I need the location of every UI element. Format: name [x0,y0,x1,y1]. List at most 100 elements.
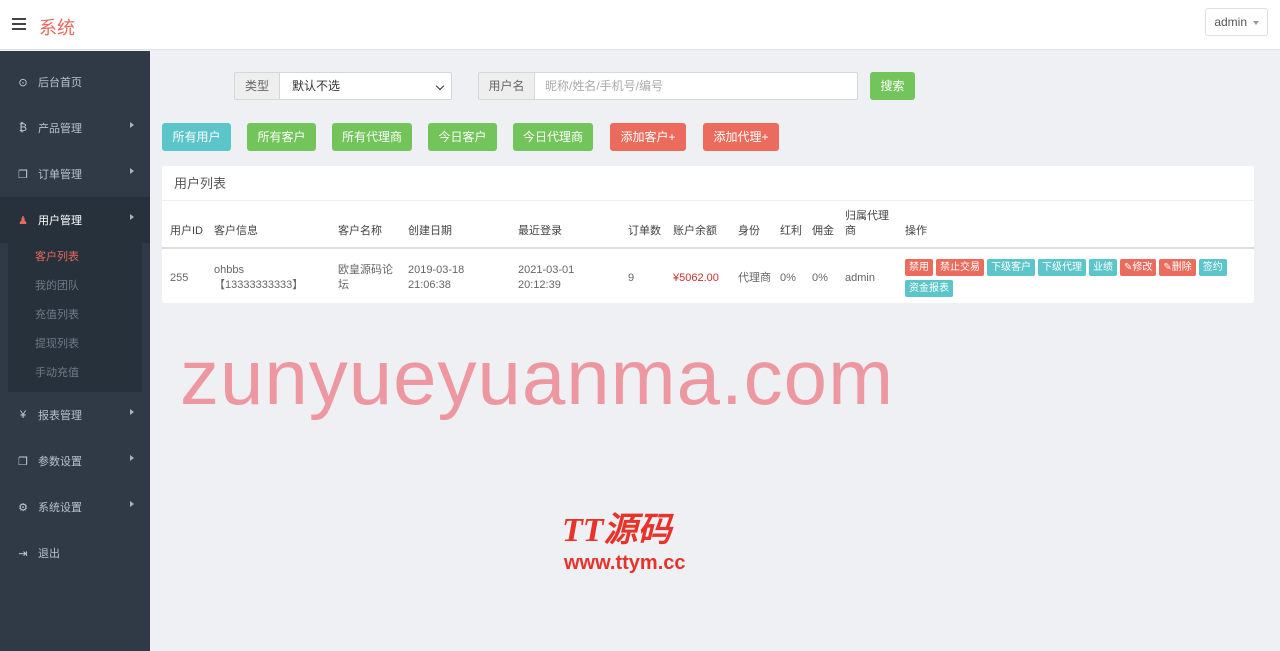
user-list-panel: 用户列表 用户ID 客户信息 客户名称 创建日期 最近登录 订单数 账户余额 身… [162,166,1254,303]
username-input[interactable] [535,73,857,99]
sidebar-item-dashboard[interactable]: ⊙ 后台首页 [0,59,150,105]
customer-username: ohbbs [214,264,244,276]
chevron-right-icon [130,122,134,128]
today-customers-button[interactable]: 今日客户 [428,123,497,151]
sidebar-item-users[interactable]: ♟ 用户管理 [0,197,150,243]
sidebar-item-logout[interactable]: ⇥ 退出 [0,530,150,576]
edit-button[interactable]: ✎修改 [1120,259,1157,276]
fund-report-button[interactable]: 资金报表 [905,280,953,297]
menu-toggle-icon[interactable] [12,18,26,30]
col-header: 佣金 [804,203,837,249]
user-menu-button[interactable]: admin [1205,8,1268,36]
ban-trading-button[interactable]: 禁止交易 [936,259,984,276]
sidebar-item-orders[interactable]: ❐ 订单管理 [0,151,150,197]
table-row: 255 ohbbs 【13333333333】 欧皇源码论坛 2019-03-1… [162,248,1254,305]
copy-icon: ❐ [18,168,28,181]
username-label: 用户名 [479,73,535,99]
chevron-right-icon [130,409,134,415]
user-table: 用户ID 客户信息 客户名称 创建日期 最近登录 订单数 账户余额 身份 红利 … [162,203,1254,305]
sidebar-item-label: 系统设置 [38,502,82,514]
cell-role: 代理商 [738,271,771,284]
cell-user-id: 255 [170,271,189,284]
sidebar-item-label: 产品管理 [38,123,82,135]
col-header: 客户信息 [206,203,330,249]
cell-created-date: 2019-03-18 21:06:38 [408,264,465,291]
watermark-text: zunyueyuanma.com [180,333,895,421]
submenu-item-customer-list[interactable]: 客户列表 [8,243,142,272]
top-bar: 系统 admin [0,0,1280,50]
user-name: admin [1214,15,1247,29]
panel-title: 用户列表 [162,166,1254,201]
type-label: 类型 [235,73,280,99]
col-header: 订单数 [620,203,665,249]
cell-agent: admin [845,271,875,284]
submenu-item-manual-recharge[interactable]: 手动充值 [8,359,142,388]
watermark-logo: TT源码 [562,512,672,549]
sidebar-item-label: 用户管理 [38,215,82,227]
sidebar-item-label: 参数设置 [38,456,82,468]
type-select[interactable]: 类型 默认不选 [234,72,452,100]
sidebar-item-label: 报表管理 [38,410,82,422]
users-submenu: 客户列表 我的团队 充值列表 提现列表 手动充值 [8,243,142,392]
add-customer-button[interactable]: 添加客户+ [610,123,686,151]
sidebar: ⊙ 后台首页 ₿ 产品管理 ❐ 订单管理 ♟ 用户管理 客户列表 我的团队 充值… [0,51,150,651]
cell-customer-info: ohbbs 【13333333333】 [206,248,330,305]
pencil-icon: ✎ [1163,262,1172,273]
all-users-button[interactable]: 所有用户 [162,123,231,151]
sign-contract-button[interactable]: 签约 [1198,259,1227,276]
col-header: 创建日期 [400,203,510,249]
cell-customer-name: 欧皇源码论坛 [338,264,393,291]
sub-agents-button[interactable]: 下级代理 [1038,259,1086,276]
today-agents-button[interactable]: 今日代理商 [513,123,593,151]
submenu-item-withdraw-list[interactable]: 提现列表 [8,330,142,359]
col-header: 客户名称 [330,203,400,249]
sidebar-item-params[interactable]: ❐ 参数设置 [0,438,150,484]
cell-commission: 0% [812,271,828,284]
cell-ops: 禁用 禁止交易 下级客户 下级代理 业绩 ✎修改 ✎删除 签约 资金报表 [897,248,1254,305]
sidebar-item-label: 退出 [38,548,60,560]
chevron-down-icon [435,81,445,91]
bitcoin-icon: ₿ [18,122,28,134]
col-header: 用户ID [162,203,206,249]
all-customers-button[interactable]: 所有客户 [247,123,316,151]
cell-balance: ¥5062.00 [673,271,719,284]
sub-customers-button[interactable]: 下级客户 [987,259,1035,276]
cell-order-count: 9 [628,271,635,284]
table-header-row: 用户ID 客户信息 客户名称 创建日期 最近登录 订单数 账户余额 身份 红利 … [162,203,1254,249]
caret-down-icon [1253,20,1259,25]
chevron-right-icon [130,455,134,461]
all-agents-button[interactable]: 所有代理商 [332,123,412,151]
search-button[interactable]: 搜索 [870,72,915,100]
username-filter: 用户名 [478,72,858,100]
type-select-value[interactable]: 默认不选 [280,73,451,99]
disable-button[interactable]: 禁用 [905,259,933,276]
performance-button[interactable]: 业绩 [1089,259,1117,276]
col-header: 身份 [730,203,772,249]
delete-button[interactable]: ✎删除 [1159,259,1196,276]
sidebar-item-products[interactable]: ₿ 产品管理 [0,105,150,151]
submenu-item-recharge-list[interactable]: 充值列表 [8,301,142,330]
cogs-icon: ⚙ [18,501,28,514]
cell-last-login: 2021-03-01 20:12:39 [518,264,575,291]
col-header: 归属代理商 [837,203,897,249]
submenu-item-my-team[interactable]: 我的团队 [8,272,142,301]
dashboard-icon: ⊙ [18,76,28,89]
col-header: 账户余额 [665,203,730,249]
copy-icon: ❐ [18,455,28,468]
cell-bonus: 0% [780,271,796,284]
customer-phone: 【13333333333】 [214,279,304,291]
chevron-right-icon [130,214,134,220]
col-header: 操作 [897,203,1254,249]
sign-out-icon: ⇥ [18,547,28,560]
sidebar-item-reports[interactable]: ¥ 报表管理 [0,392,150,438]
user-icon: ♟ [18,214,28,227]
sidebar-item-label: 订单管理 [38,169,82,181]
chevron-right-icon [130,501,134,507]
col-header: 红利 [772,203,804,249]
add-agent-button[interactable]: 添加代理+ [703,123,779,151]
chevron-right-icon [130,168,134,174]
sidebar-item-label: 后台首页 [38,77,82,89]
col-header: 最近登录 [510,203,620,249]
sidebar-item-system[interactable]: ⚙ 系统设置 [0,484,150,530]
watermark-url: www.ttym.cc [564,552,686,574]
